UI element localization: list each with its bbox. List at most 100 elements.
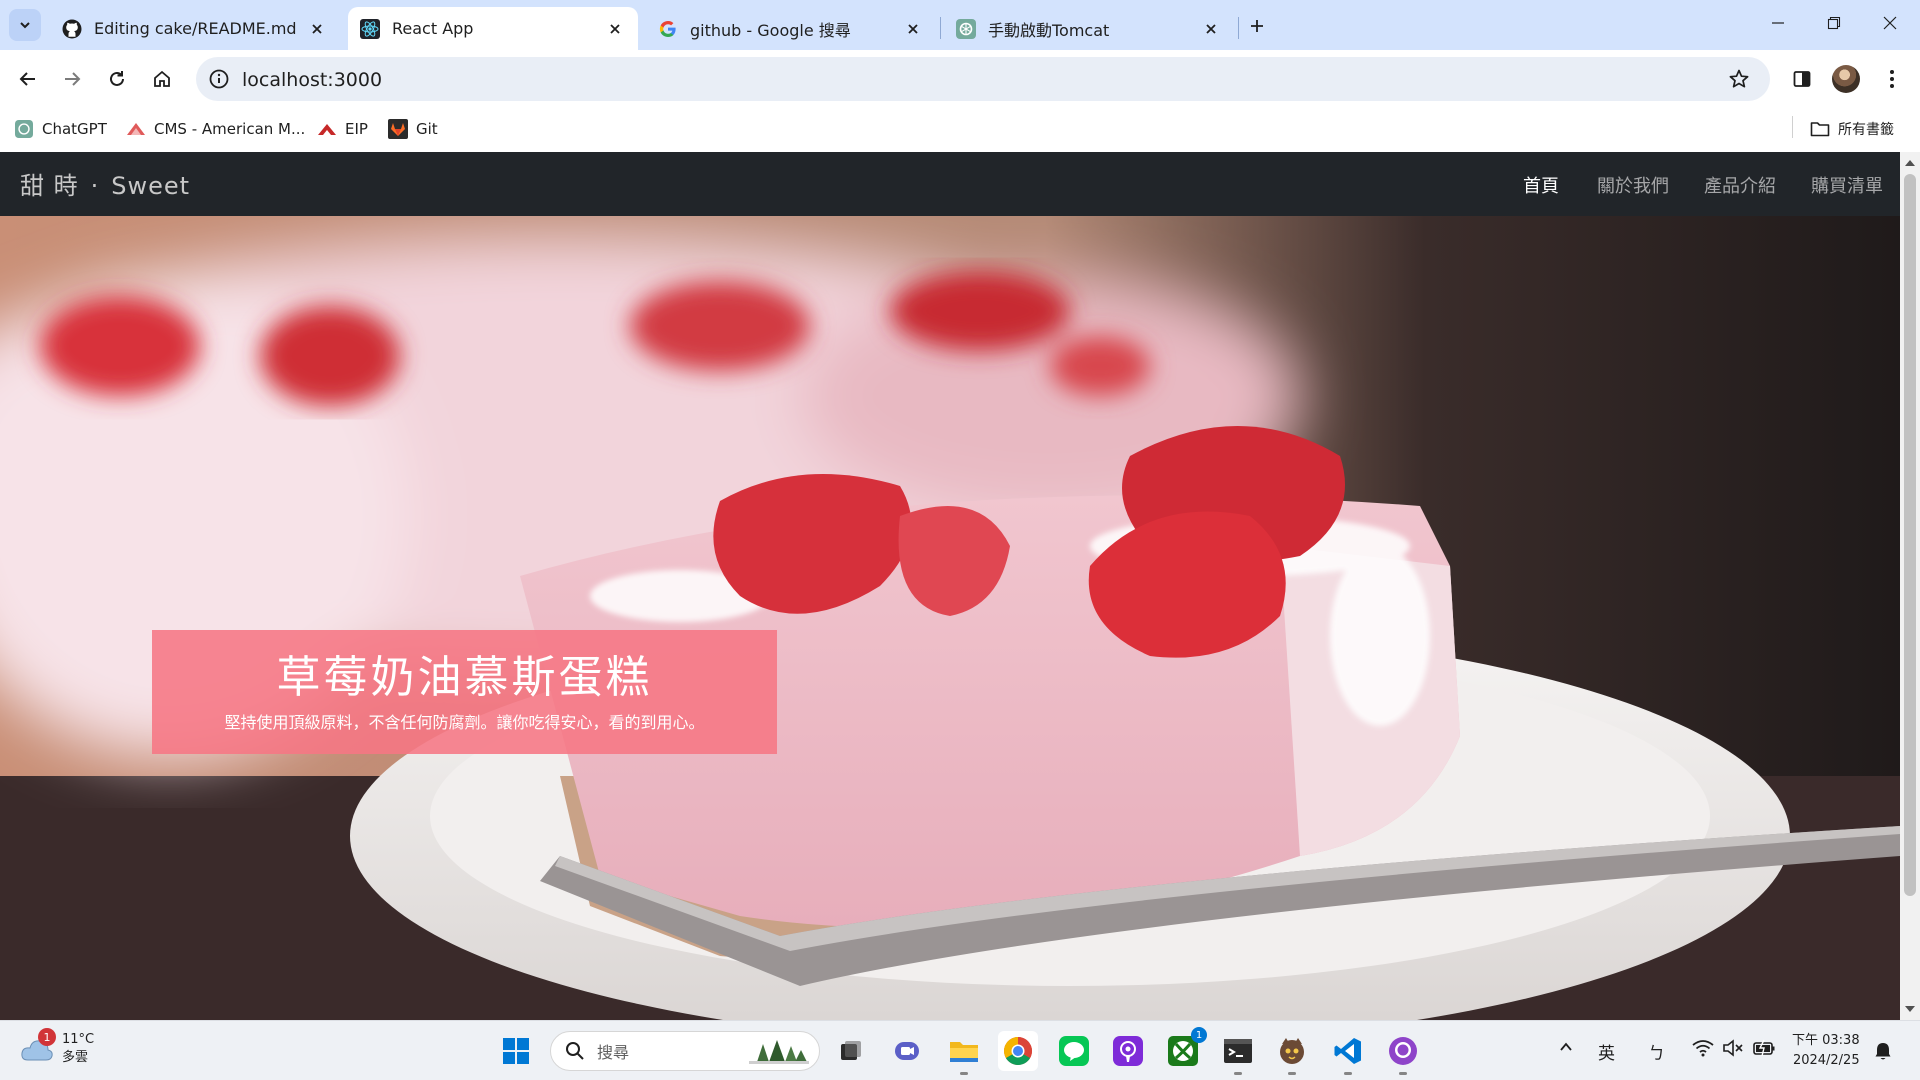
minimize-icon (1772, 22, 1784, 24)
taskbar-search[interactable]: 搜尋 (550, 1031, 820, 1071)
reload-button[interactable] (99, 61, 135, 97)
tab-search-button[interactable] (9, 9, 41, 41)
browser-toolbar: localhost:3000 (0, 50, 1920, 108)
chrome-menu-button[interactable] (1876, 63, 1908, 95)
site-navbar: 甜 時 · Sweet 首頁 關於我們 產品介紹 購買清單 (0, 152, 1900, 216)
tab-react-app[interactable]: React App (348, 7, 638, 50)
weather-temp: 11°C (62, 1032, 95, 1047)
arrow-left-icon (19, 72, 35, 86)
home-icon (154, 70, 170, 87)
info-icon[interactable] (208, 68, 230, 90)
ime-mode[interactable]: ㄅ (1648, 1039, 1665, 1064)
page-scrollbar[interactable] (1900, 152, 1920, 1020)
star-icon[interactable] (1728, 68, 1750, 90)
address-bar[interactable]: localhost:3000 (196, 57, 1770, 101)
nav-about-link[interactable]: 關於我們 (1597, 172, 1669, 198)
scroll-thumb[interactable] (1904, 174, 1916, 896)
bookmark-cms[interactable]: CMS - American M... (126, 116, 305, 142)
nav-home-link[interactable]: 首頁 (1523, 172, 1559, 198)
line-app-button[interactable] (1054, 1031, 1094, 1071)
podcast-app-button[interactable] (1108, 1031, 1148, 1071)
cloud-icon: 1 (20, 1028, 56, 1064)
side-panel-button[interactable] (1786, 63, 1818, 95)
gitlab-icon (388, 119, 408, 139)
react-icon (360, 18, 380, 39)
tomcat-app-button[interactable] (1272, 1031, 1312, 1075)
page-viewport: 甜 時 · Sweet 首頁 關於我們 產品介紹 購買清單 草莓奶油慕斯蛋糕 堅… (0, 152, 1900, 1020)
tab-github-readme[interactable]: Editing cake/README.md at m (50, 7, 340, 50)
chrome-taskbar-button[interactable] (998, 1031, 1038, 1071)
windows-logo-icon (503, 1038, 529, 1064)
minimize-button[interactable] (1750, 0, 1806, 46)
search-placeholder: 搜尋 (597, 1043, 630, 1062)
close-icon (1883, 16, 1897, 30)
restore-icon (1827, 16, 1841, 30)
close-icon[interactable] (1200, 18, 1222, 40)
cms-icon (126, 119, 146, 139)
windows-start-button[interactable] (496, 1031, 536, 1071)
close-icon[interactable] (902, 18, 924, 40)
close-icon[interactable] (306, 18, 328, 40)
bookmark-label: Git (416, 120, 438, 138)
bookmark-label: CMS - American M... (154, 120, 306, 138)
restore-button[interactable] (1806, 0, 1862, 46)
network-status[interactable] (1692, 1039, 1714, 1062)
brand-primary: 甜 時 (20, 172, 79, 200)
tab-google-search[interactable]: github - Google 搜尋 (646, 7, 936, 50)
task-view-button[interactable] (831, 1031, 871, 1071)
arrow-right-icon (65, 72, 81, 86)
google-icon (658, 19, 678, 39)
back-button[interactable] (10, 61, 46, 97)
hero-heading: 草莓奶油慕斯蛋糕 (276, 652, 653, 703)
vscode-icon (1334, 1038, 1361, 1064)
forward-button[interactable] (54, 61, 90, 97)
tab-title: github - Google 搜尋 (690, 20, 851, 40)
close-window-button[interactable] (1862, 0, 1918, 46)
home-button[interactable] (144, 61, 180, 97)
notification-button[interactable] (1874, 1041, 1892, 1066)
close-icon[interactable] (604, 18, 626, 40)
battery-status[interactable] (1752, 1039, 1776, 1062)
more-vertical-icon (1890, 70, 1894, 88)
hero-cake-photo (0, 216, 1900, 1020)
eip-icon (317, 119, 337, 139)
bookmark-eip[interactable]: EIP (317, 116, 368, 142)
profile-avatar[interactable] (1832, 65, 1860, 93)
taskbar-clock[interactable]: 下午 03:38 2024/2/25 (1792, 1031, 1860, 1071)
url-text[interactable]: localhost:3000 (242, 69, 382, 91)
hero-caption: 草莓奶油慕斯蛋糕 堅持使用頂級原料，不含任何防腐劑。讓你吃得安心，看的到用心。 (152, 630, 777, 754)
bookmark-chatgpt[interactable]: ChatGPT (14, 116, 107, 142)
chrome-icon (1004, 1037, 1032, 1065)
xbox-badge: 1 (1191, 1027, 1207, 1043)
tab-chatgpt-tomcat[interactable]: 手動啟動Tomcat (944, 7, 1234, 50)
nav-products-link[interactable]: 產品介紹 (1704, 172, 1776, 198)
tab-separator (940, 17, 941, 39)
bookmark-git[interactable]: Git (388, 116, 438, 142)
chevron-down-icon (20, 22, 30, 29)
site-brand[interactable]: 甜 時 · Sweet (20, 166, 190, 201)
volume-status[interactable] (1722, 1039, 1744, 1062)
nav-cart-link[interactable]: 購買清單 (1811, 172, 1883, 198)
show-hidden-icons-button[interactable] (1558, 1039, 1574, 1060)
ime-language[interactable]: 英 (1598, 1039, 1615, 1064)
reload-icon (110, 71, 124, 86)
weather-desc: 多雲 (62, 1050, 89, 1065)
terminal-icon (1224, 1039, 1252, 1063)
bookmarks-bar: ChatGPT CMS - American M... EIP Git (0, 108, 1920, 152)
terminal-app-button[interactable] (1218, 1031, 1258, 1075)
file-explorer-button[interactable] (944, 1031, 984, 1075)
github-desktop-button[interactable] (1383, 1031, 1423, 1075)
weather-widget[interactable]: 1 11°C 多雲 (20, 1028, 95, 1067)
scroll-up-arrow[interactable] (1905, 160, 1915, 166)
new-tab-button[interactable] (1243, 12, 1271, 40)
scroll-down-arrow[interactable] (1905, 1006, 1915, 1012)
folder-icon (1810, 119, 1830, 139)
teams-chat-button[interactable] (887, 1031, 927, 1071)
plus-icon (1251, 20, 1263, 32)
xbox-app-button[interactable]: 1 (1163, 1027, 1207, 1071)
camera-chat-icon (895, 1042, 919, 1060)
vscode-app-button[interactable] (1328, 1031, 1368, 1075)
github-icon (62, 19, 82, 39)
brand-secondary: Sweet (111, 172, 191, 200)
all-bookmarks-button[interactable]: 所有書籤 (1810, 116, 1894, 142)
